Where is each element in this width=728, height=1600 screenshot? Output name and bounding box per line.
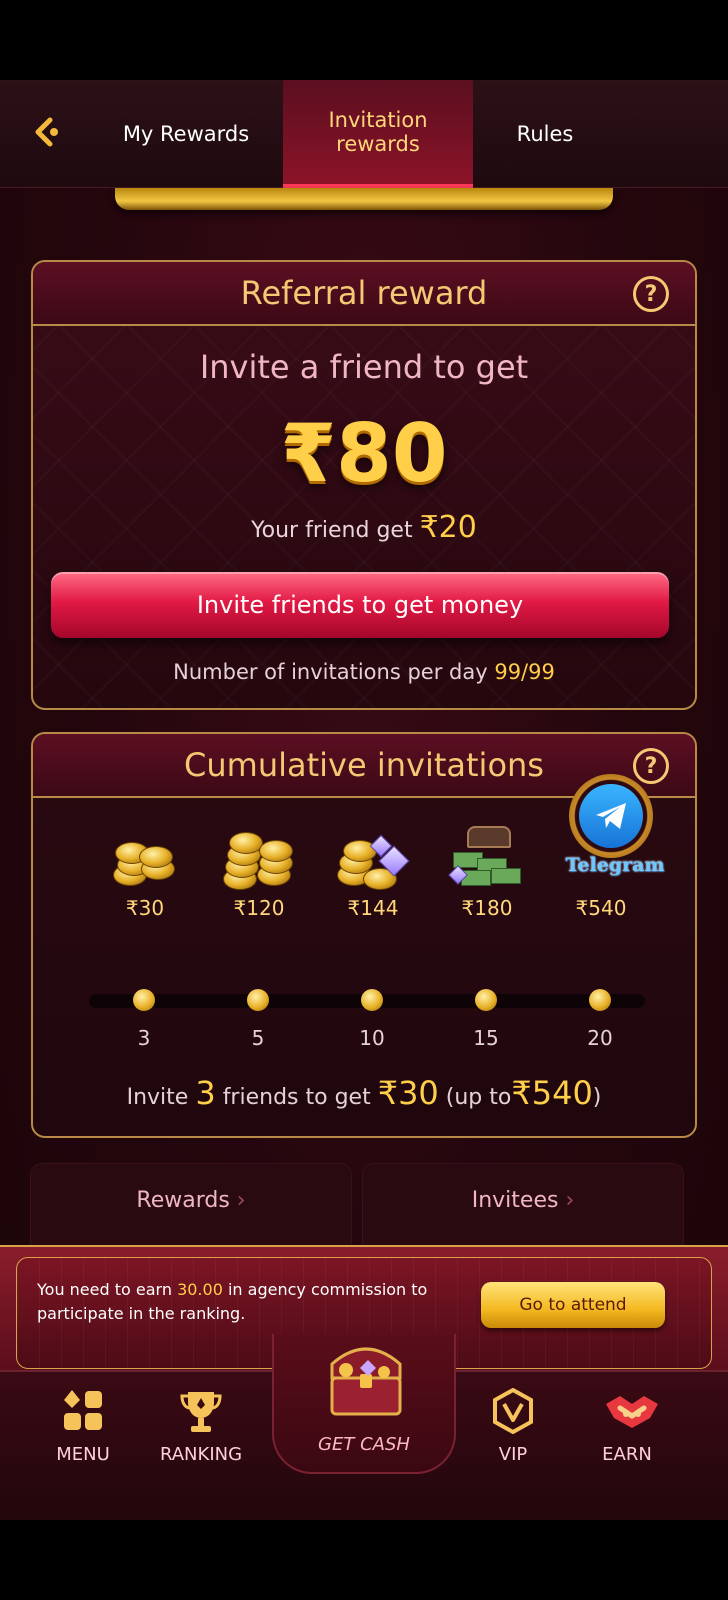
cumulative-invitations-panel: Cumulative invitations ? ₹30 ₹120 ₹144 ₹… (31, 732, 697, 1138)
commission-text: You need to earn 30.00 in agency commiss… (37, 1278, 467, 1326)
nav-item-vip[interactable]: VIP (458, 1372, 568, 1465)
top-nav: My Rewards Invitation rewards Rules (0, 80, 728, 188)
invite-friends-button[interactable]: Invite friends to get money (51, 572, 669, 638)
bottom-nav: MENU RANKING GET CASH VIP EARN (0, 1334, 728, 1520)
summary-max: ₹540 (511, 1074, 593, 1112)
system-nav-bar (0, 1520, 728, 1600)
commission-amount: 30.00 (177, 1280, 223, 1299)
vip-badge-icon (490, 1387, 536, 1435)
per-day-count: 99/99 (494, 660, 555, 684)
tab-label: Rules (516, 122, 574, 146)
invitations-per-day: Number of invitations per day 99/99 (33, 660, 695, 684)
decorative-gold-bar (115, 188, 613, 210)
summary-mid: friends to get (222, 1085, 371, 1110)
nav-label: VIP (498, 1444, 528, 1465)
nav-label: MENU (56, 1444, 110, 1465)
telegram-reward-icon: Telegram (561, 774, 665, 894)
handshake-icon (604, 1388, 658, 1434)
chevron-right-icon: › (236, 1188, 246, 1213)
nav-label: GET CASH (318, 1434, 410, 1455)
tab-label: My Rewards (122, 122, 250, 146)
panel-title: Referral reward (240, 274, 488, 312)
milestone-reward: ₹120 (233, 896, 285, 920)
milestone-count: 5 (251, 1026, 265, 1050)
status-bar (0, 0, 728, 80)
friend-get-amount: ₹20 (419, 510, 477, 545)
friend-get-text: Your friend get ₹20 (33, 510, 695, 545)
menu-grid-icon (60, 1388, 106, 1434)
invitees-card-title: Invitees › (363, 1188, 683, 1213)
commission-prefix: You need to earn (37, 1280, 172, 1299)
summary-friends: 3 (195, 1074, 216, 1112)
per-day-label: Number of invitations per day (173, 660, 488, 684)
help-icon[interactable]: ? (633, 276, 669, 312)
nav-item-menu[interactable]: MENU (28, 1372, 138, 1465)
milestone-dot (589, 989, 611, 1011)
milestone-reward: ₹540 (575, 896, 627, 920)
rewards-card-title: Rewards › (31, 1188, 351, 1213)
friend-get-label: Your friend get (251, 518, 413, 543)
summary-prefix: Invite (126, 1085, 189, 1110)
milestone-item: ₹180 (437, 824, 537, 920)
rewards-label: Rewards (136, 1188, 230, 1213)
app-screen: My Rewards Invitation rewards Rules Refe… (0, 80, 728, 1520)
milestone-reward: ₹144 (347, 896, 399, 920)
summary-amount: ₹30 (377, 1074, 439, 1112)
chevron-right-icon: › (565, 1188, 575, 1213)
milestone-dot (247, 989, 269, 1011)
milestone-item: ₹120 (209, 824, 309, 920)
cash-chest-icon (447, 824, 527, 894)
milestone-dot (475, 989, 497, 1011)
nav-item-get-cash[interactable]: GET CASH (272, 1334, 456, 1474)
milestone-item: ₹144 (323, 824, 423, 920)
milestone-reward: ₹30 (125, 896, 165, 920)
milestone-count: 3 (137, 1026, 151, 1050)
tab-invitation-rewards[interactable]: Invitation rewards (283, 80, 473, 188)
telegram-icon (579, 784, 643, 848)
milestone-reward: ₹180 (461, 896, 513, 920)
coin-stack-icon (105, 824, 185, 894)
telegram-label: Telegram (565, 854, 665, 876)
milestone-item: Telegram ₹540 (551, 774, 665, 920)
cumulative-summary: Invite 3 friends to get ₹30 (up to₹540) (33, 1074, 695, 1112)
milestone-count: 20 (587, 1026, 613, 1050)
summary-up-to: (up to (445, 1085, 512, 1110)
summary-close: ) (592, 1085, 602, 1110)
nav-item-ranking[interactable]: RANKING (146, 1372, 256, 1465)
milestone-dot (361, 989, 383, 1011)
tab-rules[interactable]: Rules (480, 80, 610, 188)
back-arrow-icon (35, 117, 58, 147)
coin-pile-icon (219, 824, 299, 894)
panel-title: Cumulative invitations (184, 746, 544, 784)
invite-line: Invite a friend to get (199, 348, 529, 386)
go-to-attend-button[interactable]: Go to attend (481, 1282, 665, 1328)
tab-label: Invitation rewards (328, 108, 428, 156)
nav-label: RANKING (159, 1444, 243, 1465)
milestone-count: 15 (473, 1026, 499, 1050)
nav-label: EARN (602, 1444, 652, 1465)
trophy-icon (178, 1388, 224, 1434)
nav-item-earn[interactable]: EARN (572, 1372, 682, 1465)
coins-and-gems-icon (333, 824, 413, 894)
panel-header: Referral reward ? (33, 262, 695, 326)
milestone-item: ₹30 (95, 824, 195, 920)
tab-my-rewards[interactable]: My Rewards (100, 80, 272, 188)
treasure-chest-icon (324, 1334, 408, 1420)
milestone-dot (133, 989, 155, 1011)
invitees-label: Invitees (471, 1188, 559, 1213)
milestones: ₹30 ₹120 ₹144 ₹180 Telegram ₹540 3 5 10 … (33, 774, 695, 1050)
reward-amount: ₹80 (280, 407, 448, 500)
milestone-count: 10 (359, 1026, 385, 1050)
referral-reward-panel: Referral reward ? Invite a friend to get… (31, 260, 697, 710)
back-button[interactable] (30, 114, 66, 150)
